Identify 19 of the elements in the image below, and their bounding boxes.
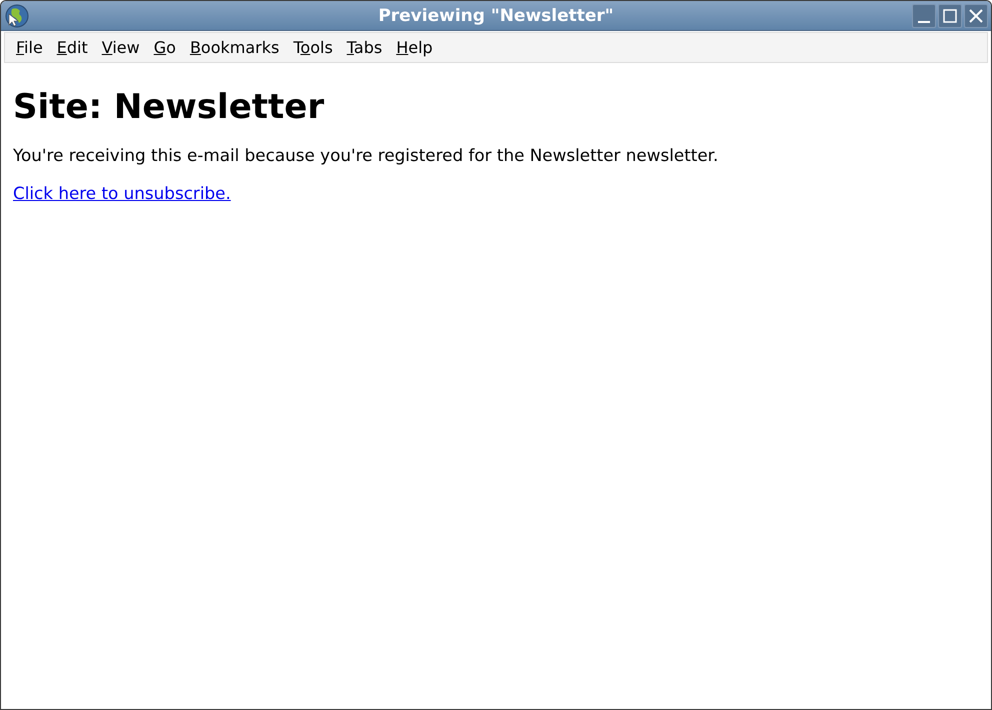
menu-item[interactable]: Help — [389, 38, 440, 57]
menu-item[interactable]: File — [9, 38, 50, 57]
maximize-button[interactable] — [938, 4, 962, 28]
menu-item[interactable]: Tabs — [340, 38, 390, 57]
close-button[interactable] — [964, 4, 988, 28]
minimize-icon — [918, 20, 930, 22]
menu-item[interactable]: View — [94, 38, 147, 57]
unsubscribe-link[interactable]: Click here to unsubscribe. — [13, 183, 231, 203]
window-title: Previewing "Newsletter" — [377, 6, 615, 26]
menu-item[interactable]: Bookmarks — [182, 38, 286, 57]
menu-item[interactable]: Go — [146, 38, 183, 57]
body-text: You're receiving this e-mail because you're registered for the Newsletter newsletter. — [13, 145, 720, 165]
globe-icon — [5, 4, 29, 28]
page-heading: Site: Newsletter — [13, 87, 326, 127]
close-icon — [968, 8, 984, 24]
menu-item[interactable]: Tools — [286, 38, 340, 57]
minimize-button[interactable] — [912, 4, 936, 28]
menu-item[interactable]: Edit — [50, 38, 95, 57]
maximize-icon — [942, 8, 958, 24]
